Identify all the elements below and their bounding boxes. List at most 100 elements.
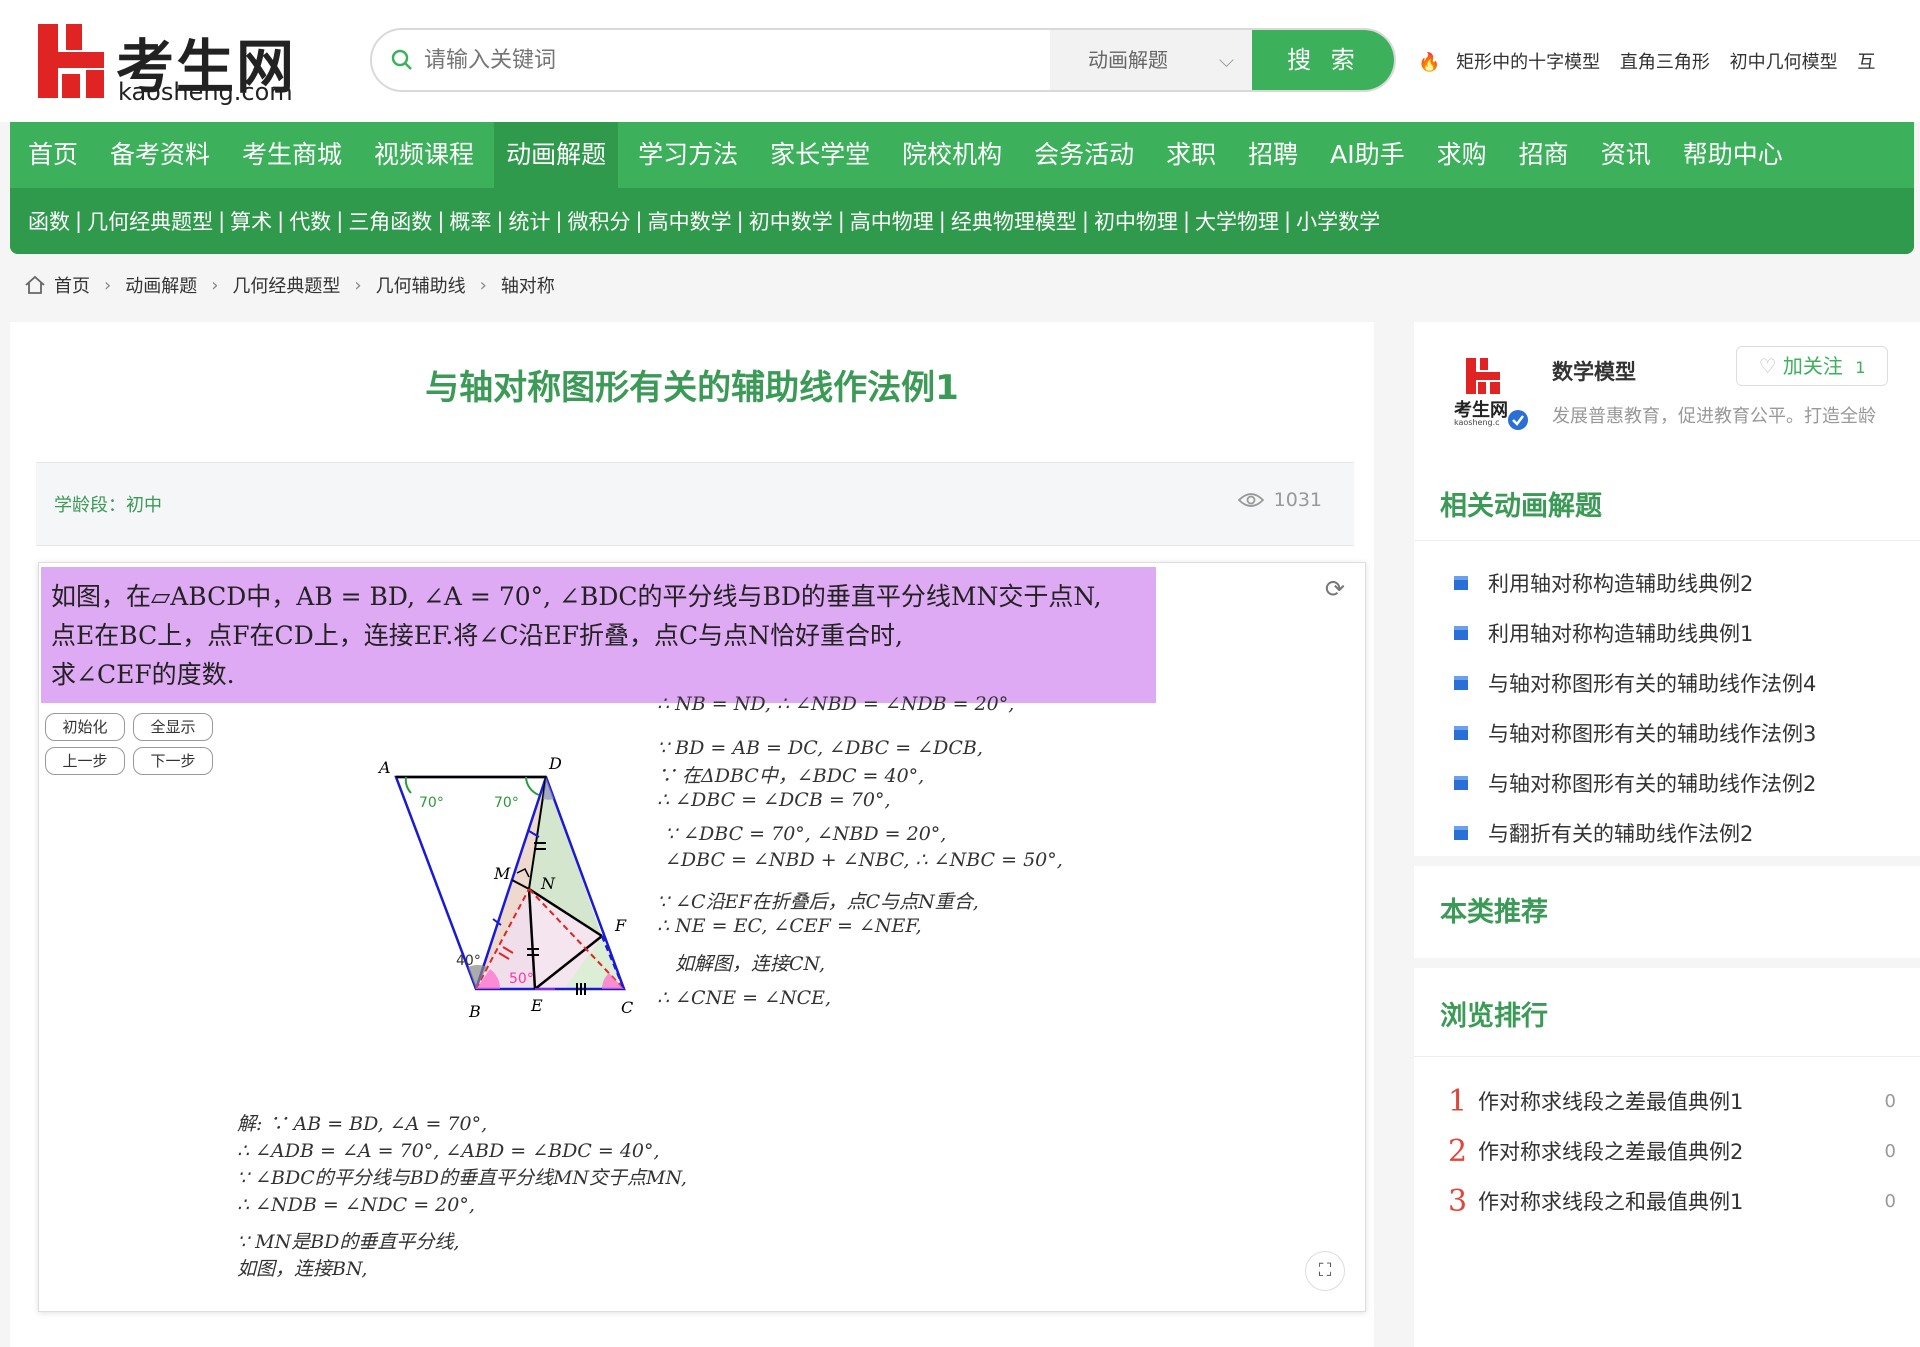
point-label: D (548, 754, 562, 773)
follow-button[interactable]: ♡ 加关注 1 (1736, 346, 1888, 386)
ranking-item[interactable]: 2 作对称求线段之差最值典例2 0 (1448, 1126, 1898, 1176)
subnav-item[interactable]: 几何经典题型 (87, 206, 213, 236)
hot-word[interactable]: 初中几何模型 (1730, 52, 1838, 73)
subnav-item[interactable]: 概率 (449, 206, 491, 236)
nav-item[interactable]: 家长学堂 (758, 122, 882, 188)
refresh-icon[interactable]: ⟳ (1325, 575, 1345, 603)
solution-line: 解: ∵ AB = BD, ∠A = 70°, (237, 1113, 488, 1135)
nav-item[interactable]: 动画解题 (494, 122, 619, 188)
author-name[interactable]: 数学模型 (1552, 356, 1636, 386)
related-item-label: 利用轴对称构造辅助线典例2 (1488, 572, 1754, 596)
prev-step-button[interactable]: 上一步 (45, 747, 125, 775)
solution-line: ∴ NB = ND, ∴ ∠NBD = ∠NDB = 20°, (657, 693, 1015, 715)
subnav-item[interactable]: 初中物理 (1094, 206, 1178, 236)
search-button[interactable]: 搜 索 (1252, 30, 1394, 90)
subnav-item[interactable]: 高中数学 (648, 206, 732, 236)
nav-item[interactable]: 招商 (1507, 122, 1581, 188)
search-bar: 动画解题 ⌵ 搜 索 (370, 28, 1396, 92)
chevron-right-icon: › (211, 274, 219, 296)
nav-item[interactable]: 求购 (1425, 122, 1499, 188)
search-category-select[interactable]: 动画解题 ⌵ (1050, 30, 1252, 90)
subnav-item[interactable]: 统计 (508, 206, 550, 236)
subnav-item[interactable]: 高中物理 (850, 206, 934, 236)
subnav-item[interactable]: 函数 (28, 206, 70, 236)
hot-word[interactable]: 矩形中的十字模型 (1456, 52, 1600, 73)
breadcrumb-item[interactable]: 动画解题 (125, 272, 197, 298)
breadcrumb: 首页 › 动画解题 › 几何经典题型 › 几何辅助线 › 轴对称 (24, 272, 555, 298)
solution-line: ∵ ∠BDC的平分线与BD的垂直平分线MN交于点MN, (237, 1167, 687, 1189)
site-logo[interactable]: 考生网 kaosheng.com (36, 20, 296, 106)
nav-separator: | (1081, 209, 1089, 233)
subnav-item[interactable]: 微积分 (568, 206, 631, 236)
problem-line: 如图，在▱ABCD中，AB = BD, ∠A = 70°, ∠BDC的平分线与B… (51, 582, 1102, 611)
nav-separator: | (938, 209, 946, 233)
show-all-button[interactable]: 全显示 (133, 713, 213, 741)
view-count: 1031 (1237, 489, 1322, 511)
problem-line: 点E在BC上，点F在CD上，连接EF.将∠C沿EF折叠，点C与点N恰好重合时, (51, 621, 904, 650)
nav-item[interactable]: 学习方法 (626, 122, 750, 188)
nav-item[interactable]: 帮助中心 (1671, 122, 1795, 188)
related-item[interactable]: 与轴对称图形有关的辅助线作法例2 (1454, 758, 1816, 808)
related-item[interactable]: 利用轴对称构造辅助线典例2 (1454, 558, 1816, 608)
nav-item[interactable]: 首页 (16, 122, 90, 188)
ranking-item[interactable]: 3 作对称求线段之和最值典例1 0 (1448, 1176, 1898, 1226)
problem-statement: 如图，在▱ABCD中，AB = BD, ∠A = 70°, ∠BDC的平分线与B… (41, 567, 1156, 703)
subnav-item[interactable]: 代数 (289, 206, 331, 236)
related-item[interactable]: 与轴对称图形有关的辅助线作法例4 (1454, 658, 1816, 708)
nav-item[interactable]: 备考资料 (98, 122, 222, 188)
breadcrumb-item[interactable]: 首页 (54, 272, 90, 298)
heart-icon: ♡ (1758, 354, 1777, 378)
related-item[interactable]: 与翻折有关的辅助线作法例2 (1454, 808, 1816, 858)
article-meta: 学龄段：初中 1031 (36, 462, 1354, 546)
nav-separator: | (75, 209, 83, 233)
bookmark-icon (1454, 726, 1468, 740)
point-label: E (530, 996, 543, 1015)
angle-arc (525, 776, 540, 796)
grade-level: 学龄段：初中 (54, 495, 162, 516)
nav-item[interactable]: 求职 (1154, 122, 1228, 188)
related-item-label: 与轴对称图形有关的辅助线作法例2 (1488, 772, 1817, 796)
hot-word[interactable]: 直角三角形 (1620, 52, 1710, 73)
fire-icon: 🔥 (1418, 52, 1441, 73)
eye-icon (1237, 493, 1264, 507)
author-avatar[interactable]: 考生网 kaosheng.c (1454, 354, 1534, 438)
next-step-button[interactable]: 下一步 (133, 747, 213, 775)
breadcrumb-item[interactable]: 几何辅助线 (376, 272, 466, 298)
chevron-right-icon: › (354, 274, 362, 296)
breadcrumb-item[interactable]: 几何经典题型 (232, 272, 340, 298)
ranking-item[interactable]: 1 作对称求线段之差最值典例1 0 (1448, 1076, 1898, 1126)
subnav-item[interactable]: 初中数学 (749, 206, 833, 236)
search-input[interactable] (424, 38, 984, 82)
init-button[interactable]: 初始化 (45, 713, 125, 741)
subnav-item[interactable]: 大学物理 (1195, 206, 1279, 236)
sidebar: 考生网 kaosheng.c 数学模型 发展普惠教育，促进教育公平。打造全龄 ♡… (1414, 322, 1920, 1347)
page-title: 与轴对称图形有关的辅助线作法例1 (425, 368, 959, 408)
angle-label: 40° (456, 953, 481, 969)
subnav-item[interactable]: 经典物理模型 (951, 206, 1077, 236)
subnav-item[interactable]: 三角函数 (348, 206, 432, 236)
bookmark-icon (1454, 776, 1468, 790)
point-label: N (540, 874, 556, 893)
nav-item[interactable]: AI助手 (1318, 122, 1416, 188)
related-item[interactable]: 与轴对称图形有关的辅助线作法例3 (1454, 708, 1816, 758)
nav-separator: | (736, 209, 744, 233)
related-item[interactable]: 利用轴对称构造辅助线典例1 (1454, 608, 1816, 658)
breadcrumb-item[interactable]: 轴对称 (501, 272, 555, 298)
hot-word[interactable]: 互 (1857, 52, 1875, 73)
subnav-item[interactable]: 算术 (230, 206, 272, 236)
subnav-item[interactable]: 小学数学 (1296, 206, 1380, 236)
nav-item[interactable]: 视频课程 (362, 122, 486, 188)
animation-panel: 如图，在▱ABCD中，AB = BD, ∠A = 70°, ∠BDC的平分线与B… (38, 562, 1366, 1312)
bookmark-icon (1454, 676, 1468, 690)
nav-item[interactable]: 院校机构 (890, 122, 1014, 188)
nav-item[interactable]: 资讯 (1589, 122, 1663, 188)
nav-item[interactable]: 会务活动 (1022, 122, 1146, 188)
recommend-section: 本类推荐 (1414, 866, 1920, 958)
point-label: F (614, 916, 627, 935)
solution-line: ∴ ∠NDB = ∠NDC = 20°, (237, 1194, 475, 1216)
search-category-label: 动画解题 (1088, 48, 1168, 72)
nav-separator: | (635, 209, 643, 233)
fullscreen-icon[interactable]: ⛶ (1305, 1251, 1345, 1291)
nav-item[interactable]: 考生商城 (230, 122, 354, 188)
nav-item[interactable]: 招聘 (1236, 122, 1310, 188)
